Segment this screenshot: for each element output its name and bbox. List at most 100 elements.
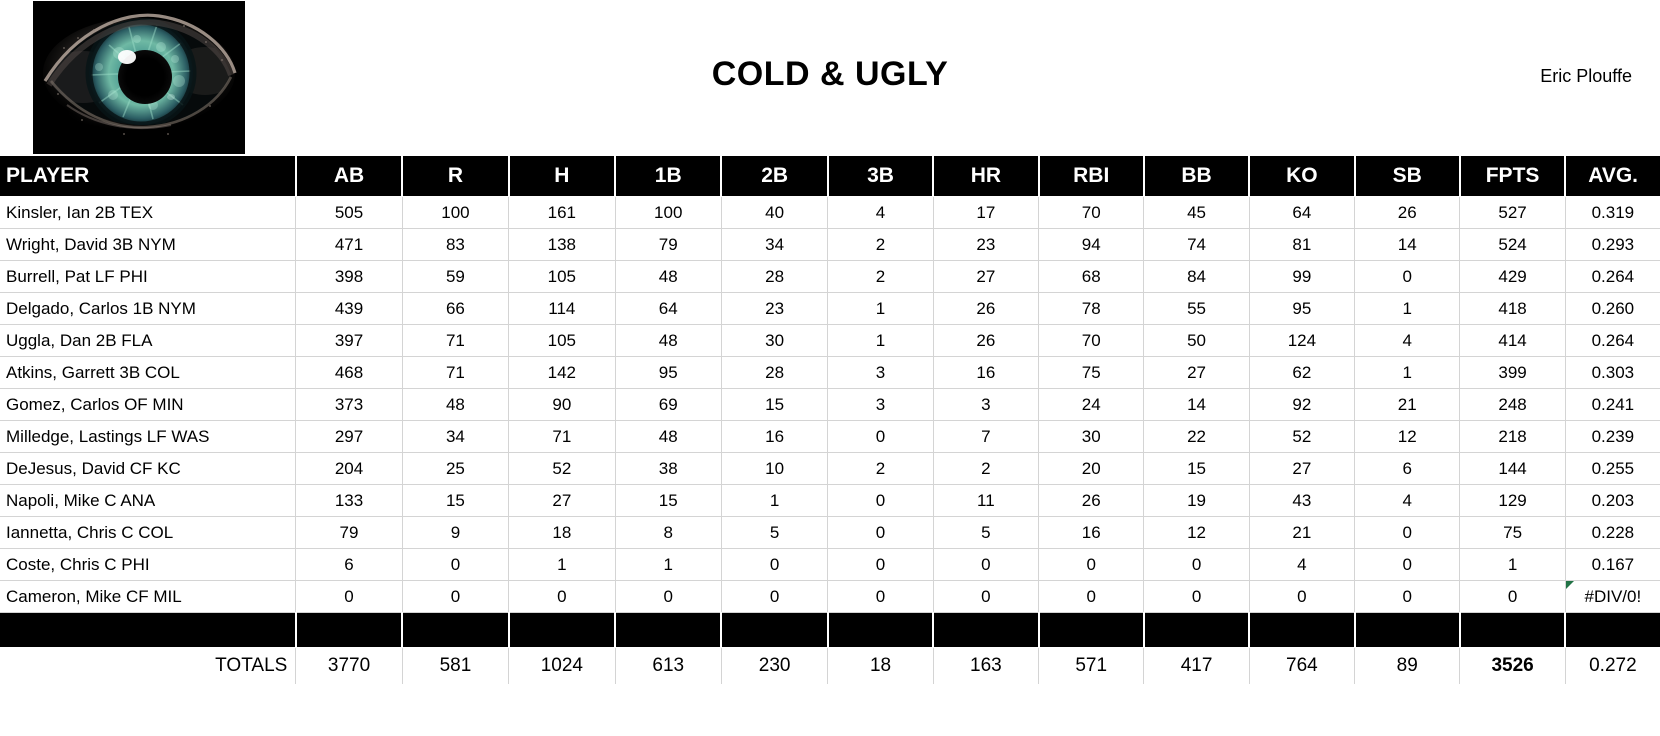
cell-3b[interactable]: 3 bbox=[827, 388, 934, 421]
cell-hr[interactable]: 2 bbox=[932, 452, 1040, 485]
cell-ko[interactable]: 4 bbox=[1248, 548, 1356, 581]
cell-h[interactable]: 142 bbox=[508, 356, 616, 389]
cell-2b[interactable]: 40 bbox=[720, 196, 829, 229]
column-header-ko[interactable]: KO bbox=[1248, 155, 1356, 197]
cell-avg[interactable]: 0.241 bbox=[1564, 388, 1660, 421]
cell-hr[interactable]: 5 bbox=[932, 516, 1040, 549]
cell-rbi[interactable]: 70 bbox=[1038, 196, 1145, 229]
cell-2b[interactable]: 30 bbox=[720, 324, 829, 357]
cell-2b[interactable]: 0 bbox=[720, 580, 829, 613]
cell-bb[interactable]: 45 bbox=[1143, 196, 1250, 229]
cell-hr[interactable]: 3 bbox=[932, 388, 1040, 421]
totals-cell-2b[interactable]: 230 bbox=[720, 647, 829, 684]
cell-2b[interactable]: 34 bbox=[720, 228, 829, 261]
cell-avg[interactable]: 0.264 bbox=[1564, 260, 1660, 293]
cell-r[interactable]: 100 bbox=[401, 196, 510, 229]
cell-ab[interactable]: 468 bbox=[295, 356, 403, 389]
cell-rbi[interactable]: 20 bbox=[1038, 452, 1145, 485]
cell-2b[interactable]: 0 bbox=[720, 548, 829, 581]
cell-1b[interactable]: 0 bbox=[614, 580, 722, 613]
cell-fpts[interactable]: 218 bbox=[1459, 420, 1566, 453]
cell-ko[interactable]: 124 bbox=[1248, 324, 1356, 357]
cell-ab[interactable]: 471 bbox=[295, 228, 403, 261]
cell-sb[interactable]: 6 bbox=[1354, 452, 1461, 485]
cell-3b[interactable]: 0 bbox=[827, 580, 934, 613]
cell-rbi[interactable]: 26 bbox=[1038, 484, 1145, 517]
cell-hr[interactable]: 11 bbox=[932, 484, 1040, 517]
cell-bb[interactable]: 14 bbox=[1143, 388, 1250, 421]
cell-sb[interactable]: 0 bbox=[1354, 548, 1461, 581]
cell-ko[interactable]: 52 bbox=[1248, 420, 1356, 453]
cell-h[interactable]: 114 bbox=[508, 292, 616, 325]
cell-fpts[interactable]: 129 bbox=[1459, 484, 1566, 517]
column-header-1b[interactable]: 1B bbox=[614, 155, 723, 197]
totals-cell-avg[interactable]: 0.272 bbox=[1564, 647, 1660, 684]
cell-sb[interactable]: 1 bbox=[1354, 356, 1461, 389]
cell-h[interactable]: 161 bbox=[508, 196, 616, 229]
cell-3b[interactable]: 1 bbox=[827, 292, 934, 325]
cell-rbi[interactable]: 0 bbox=[1038, 548, 1145, 581]
cell-player[interactable]: Cameron, Mike CF MIL bbox=[0, 580, 297, 613]
cell-sb[interactable]: 14 bbox=[1354, 228, 1461, 261]
cell-h[interactable]: 27 bbox=[508, 484, 616, 517]
column-header-r[interactable]: R bbox=[401, 155, 510, 197]
cell-bb[interactable]: 0 bbox=[1143, 580, 1250, 613]
cell-player[interactable]: Uggla, Dan 2B FLA bbox=[0, 324, 297, 357]
cell-3b[interactable]: 2 bbox=[827, 260, 934, 293]
cell-hr[interactable]: 17 bbox=[932, 196, 1040, 229]
column-header-sb[interactable]: SB bbox=[1353, 155, 1461, 197]
cell-avg[interactable]: 0.203 bbox=[1564, 484, 1660, 517]
cell-bb[interactable]: 27 bbox=[1143, 356, 1250, 389]
cell-2b[interactable]: 15 bbox=[720, 388, 829, 421]
cell-ko[interactable]: 21 bbox=[1248, 516, 1356, 549]
cell-3b[interactable]: 0 bbox=[827, 548, 934, 581]
column-header-bb[interactable]: BB bbox=[1142, 155, 1251, 197]
cell-avg[interactable]: 0.303 bbox=[1564, 356, 1660, 389]
cell-rbi[interactable]: 75 bbox=[1038, 356, 1145, 389]
column-header-player[interactable]: PLAYER bbox=[0, 155, 297, 197]
cell-hr[interactable]: 26 bbox=[932, 292, 1040, 325]
cell-player[interactable]: Atkins, Garrett 3B COL bbox=[0, 356, 297, 389]
cell-1b[interactable]: 1 bbox=[614, 548, 722, 581]
cell-ko[interactable]: 99 bbox=[1248, 260, 1356, 293]
cell-2b[interactable]: 16 bbox=[720, 420, 829, 453]
cell-1b[interactable]: 79 bbox=[614, 228, 722, 261]
cell-hr[interactable]: 16 bbox=[932, 356, 1040, 389]
cell-ab[interactable]: 373 bbox=[295, 388, 403, 421]
totals-cell-fpts[interactable]: 3526 bbox=[1459, 647, 1566, 684]
cell-hr[interactable]: 27 bbox=[932, 260, 1040, 293]
cell-h[interactable]: 52 bbox=[508, 452, 616, 485]
cell-avg[interactable]: 0.228 bbox=[1564, 516, 1660, 549]
cell-fpts[interactable]: 1 bbox=[1459, 548, 1566, 581]
cell-h[interactable]: 138 bbox=[508, 228, 616, 261]
cell-fpts[interactable]: 248 bbox=[1459, 388, 1566, 421]
cell-bb[interactable]: 0 bbox=[1143, 548, 1250, 581]
column-header-h[interactable]: H bbox=[507, 155, 617, 197]
column-header-rbi[interactable]: RBI bbox=[1037, 155, 1145, 197]
cell-player[interactable]: Milledge, Lastings LF WAS bbox=[0, 420, 297, 453]
cell-avg[interactable]: 0.239 bbox=[1564, 420, 1660, 453]
cell-rbi[interactable]: 78 bbox=[1038, 292, 1145, 325]
cell-sb[interactable]: 0 bbox=[1354, 260, 1461, 293]
cell-3b[interactable]: 2 bbox=[827, 452, 934, 485]
cell-rbi[interactable]: 30 bbox=[1038, 420, 1145, 453]
cell-ab[interactable]: 439 bbox=[295, 292, 403, 325]
cell-ko[interactable]: 92 bbox=[1248, 388, 1356, 421]
cell-avg[interactable]: 0.293 bbox=[1564, 228, 1660, 261]
cell-ab[interactable]: 297 bbox=[295, 420, 403, 453]
cell-h[interactable]: 18 bbox=[508, 516, 616, 549]
cell-hr[interactable]: 23 bbox=[932, 228, 1040, 261]
cell-bb[interactable]: 15 bbox=[1143, 452, 1250, 485]
cell-rbi[interactable]: 70 bbox=[1038, 324, 1145, 357]
totals-cell-ab[interactable]: 3770 bbox=[295, 647, 403, 684]
cell-bb[interactable]: 19 bbox=[1143, 484, 1250, 517]
cell-player[interactable]: Burrell, Pat LF PHI bbox=[0, 260, 297, 293]
cell-fpts[interactable]: 527 bbox=[1459, 196, 1566, 229]
cell-ko[interactable]: 43 bbox=[1248, 484, 1356, 517]
cell-h[interactable]: 105 bbox=[508, 324, 616, 357]
cell-rbi[interactable]: 0 bbox=[1038, 580, 1145, 613]
cell-bb[interactable]: 84 bbox=[1143, 260, 1250, 293]
cell-rbi[interactable]: 24 bbox=[1038, 388, 1145, 421]
cell-r[interactable]: 71 bbox=[401, 356, 510, 389]
cell-2b[interactable]: 23 bbox=[720, 292, 829, 325]
